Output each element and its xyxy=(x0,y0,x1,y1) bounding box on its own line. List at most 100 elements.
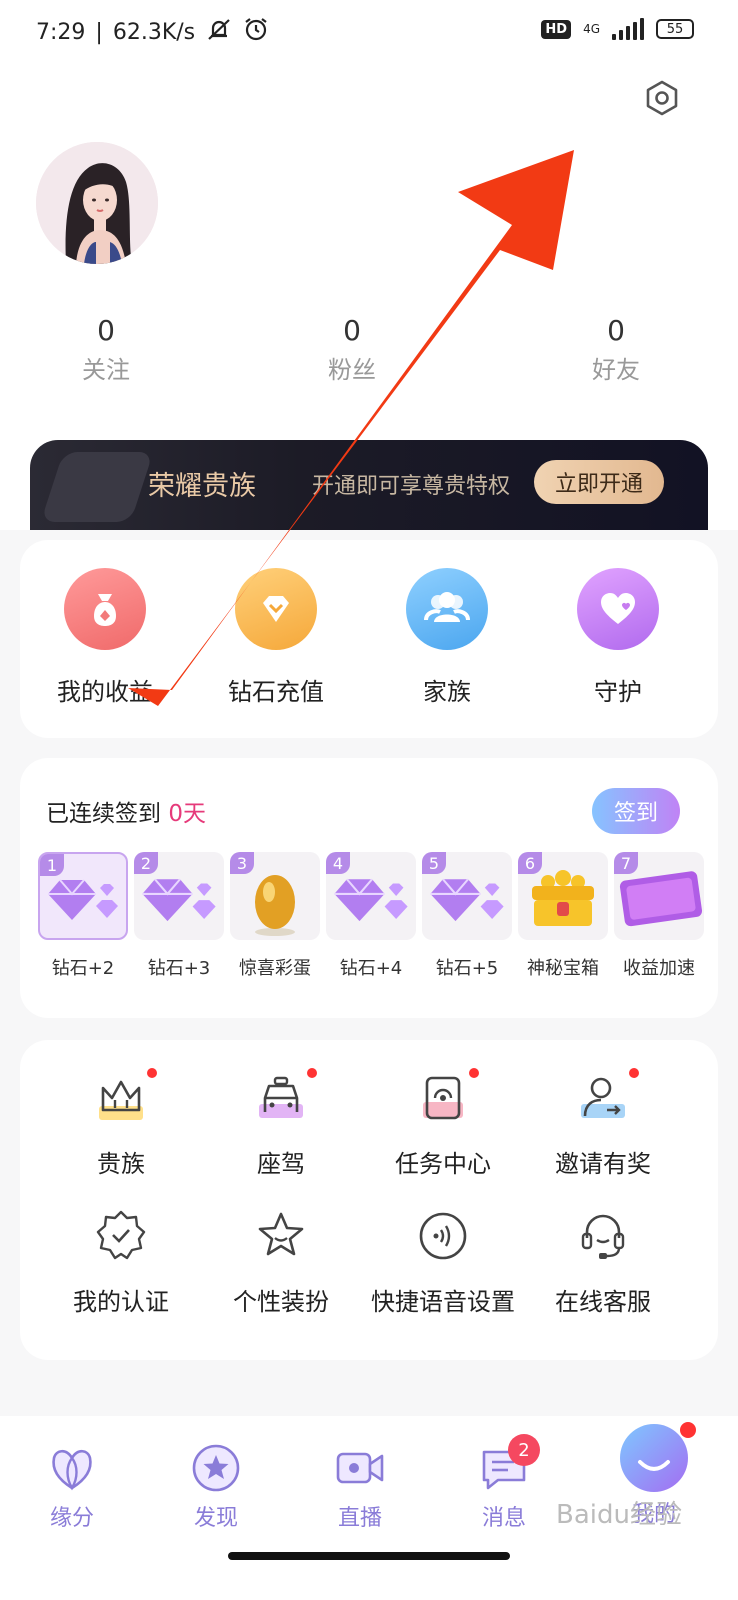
stat-following[interactable]: 0 关注 xyxy=(26,314,186,388)
day-number: 1 xyxy=(40,854,64,876)
notification-dot xyxy=(147,1068,157,1078)
verified-icon xyxy=(93,1208,149,1264)
discover-icon xyxy=(190,1442,242,1494)
feature-label: 任务中心 xyxy=(395,1150,491,1178)
status-bar: 7:29 | 62.3K/s HD 4G 55 xyxy=(0,0,738,64)
feature-label: 我的认证 xyxy=(73,1288,169,1316)
alarm-icon xyxy=(243,16,269,48)
feature-car[interactable]: 座驾 xyxy=(196,1068,366,1179)
voice-icon xyxy=(415,1208,471,1264)
quick-label: 钻石充值 xyxy=(228,678,324,706)
watermark: Baidu经验 xyxy=(556,1500,682,1530)
reward-label: 钻石+2 xyxy=(51,958,115,979)
feature-invite[interactable]: 邀请有奖 xyxy=(518,1068,688,1179)
home-indicator[interactable] xyxy=(228,1552,510,1560)
tab-fate[interactable]: 缘分 xyxy=(22,1442,122,1532)
feature-dress-up[interactable]: 个性装扮 xyxy=(196,1208,366,1317)
feature-label: 在线客服 xyxy=(555,1288,651,1316)
signin-button[interactable]: 签到 xyxy=(592,788,680,834)
feature-verification[interactable]: 我的认证 xyxy=(36,1208,206,1317)
notification-dot xyxy=(680,1422,696,1438)
signin-days: 0天 xyxy=(168,801,206,827)
tab-messages[interactable]: 2 消息 xyxy=(454,1434,554,1532)
money-bag-icon xyxy=(64,568,146,650)
feature-label: 座驾 xyxy=(257,1150,305,1178)
reward-day-5[interactable]: 5 钻石+5 xyxy=(422,852,512,980)
reward-day-7[interactable]: 7 收益加速 xyxy=(614,852,704,980)
vip-banner[interactable]: 荣耀贵族 开通即可享尊贵特权 立即开通 xyxy=(30,440,708,530)
notification-dot xyxy=(307,1068,317,1078)
status-speed: 62.3K/s xyxy=(112,19,196,45)
day-number: 5 xyxy=(422,852,446,874)
vip-subtitle: 开通即可享尊贵特权 xyxy=(312,474,511,499)
stat-value: 0 xyxy=(97,314,115,347)
status-time: 7:29 xyxy=(36,19,86,45)
reward-day-3[interactable]: 3 惊喜彩蛋 xyxy=(230,852,320,980)
signal-icon xyxy=(612,18,644,40)
hd-badge: HD xyxy=(541,19,572,39)
quick-diamond-recharge[interactable]: 钻石充值 xyxy=(201,568,351,707)
feature-voice-settings[interactable]: 快捷语音设置 xyxy=(358,1208,528,1317)
stat-friends[interactable]: 0 好友 xyxy=(536,314,696,388)
feature-customer-service[interactable]: 在线客服 xyxy=(518,1208,688,1317)
tab-label: 缘分 xyxy=(49,1506,94,1531)
signin-card: 已连续签到 0天 签到 1 钻石+2 2 钻石+3 3 惊喜彩蛋 4 钻石+4 … xyxy=(20,758,718,1018)
status-right: HD 4G 55 xyxy=(541,18,694,40)
reward-day-4[interactable]: 4 钻石+4 xyxy=(326,852,416,980)
day-number: 4 xyxy=(326,852,350,874)
reward-label: 收益加速 xyxy=(623,958,695,979)
day-number: 7 xyxy=(614,852,638,874)
day-number: 3 xyxy=(230,852,254,874)
reward-label: 钻石+3 xyxy=(147,958,211,979)
quick-earnings[interactable]: 我的收益 xyxy=(30,568,180,707)
profile-icon xyxy=(616,1420,696,1496)
live-icon xyxy=(334,1442,386,1494)
tab-label: 直播 xyxy=(337,1506,382,1531)
gear-icon xyxy=(646,80,678,116)
feature-nobility[interactable]: 贵族 xyxy=(36,1068,206,1179)
reward-day-2[interactable]: 2 钻石+3 xyxy=(134,852,224,980)
tab-label: 发现 xyxy=(193,1506,238,1531)
features-card: 贵族 座驾 任务中心 邀请有奖 我的认证 个性装扮 快捷语音设置 在线客服 xyxy=(20,1040,718,1360)
diamond-icon xyxy=(235,568,317,650)
stat-label: 粉丝 xyxy=(328,356,376,384)
headset-icon xyxy=(575,1208,631,1264)
feature-label: 邀请有奖 xyxy=(555,1150,651,1178)
stat-label: 好友 xyxy=(592,356,640,384)
feature-label: 贵族 xyxy=(97,1150,145,1178)
message-icon: 2 xyxy=(478,1434,540,1494)
task-icon xyxy=(415,1068,479,1126)
tab-label: 消息 xyxy=(481,1506,526,1531)
vip-open-button[interactable]: 立即开通 xyxy=(534,460,664,504)
message-badge: 2 xyxy=(508,1434,540,1466)
stat-fans[interactable]: 0 粉丝 xyxy=(272,314,432,388)
group-icon xyxy=(406,568,488,650)
quick-guard[interactable]: 守护 xyxy=(543,568,693,707)
feature-label: 快捷语音设置 xyxy=(371,1288,515,1316)
reward-day-1[interactable]: 1 钻石+2 xyxy=(38,852,128,980)
stat-label: 关注 xyxy=(82,356,130,384)
reward-day-6[interactable]: 6 神秘宝箱 xyxy=(518,852,608,980)
stat-value: 0 xyxy=(343,314,361,347)
quick-label: 家族 xyxy=(423,678,471,706)
quick-label: 我的收益 xyxy=(57,678,153,706)
heart-icon xyxy=(577,568,659,650)
signin-title: 已连续签到 0天 xyxy=(46,801,206,827)
settings-button[interactable] xyxy=(640,76,684,120)
battery-icon: 55 xyxy=(656,19,694,39)
quick-actions-card: 我的收益 钻石充值 家族 守护 xyxy=(20,540,718,738)
feature-task-center[interactable]: 任务中心 xyxy=(358,1068,528,1179)
quick-label: 守护 xyxy=(594,678,642,706)
reward-label: 钻石+4 xyxy=(339,958,403,979)
notification-dot xyxy=(629,1068,639,1078)
star-icon xyxy=(253,1208,309,1264)
tab-live[interactable]: 直播 xyxy=(310,1442,410,1532)
mute-icon xyxy=(205,17,233,47)
vip-tag-decoration xyxy=(40,452,154,522)
tab-discover[interactable]: 发现 xyxy=(166,1442,266,1532)
fate-icon xyxy=(46,1442,98,1494)
reward-label: 惊喜彩蛋 xyxy=(239,958,311,979)
avatar[interactable] xyxy=(36,142,158,264)
feature-label: 个性装扮 xyxy=(233,1288,329,1316)
quick-family[interactable]: 家族 xyxy=(372,568,522,707)
